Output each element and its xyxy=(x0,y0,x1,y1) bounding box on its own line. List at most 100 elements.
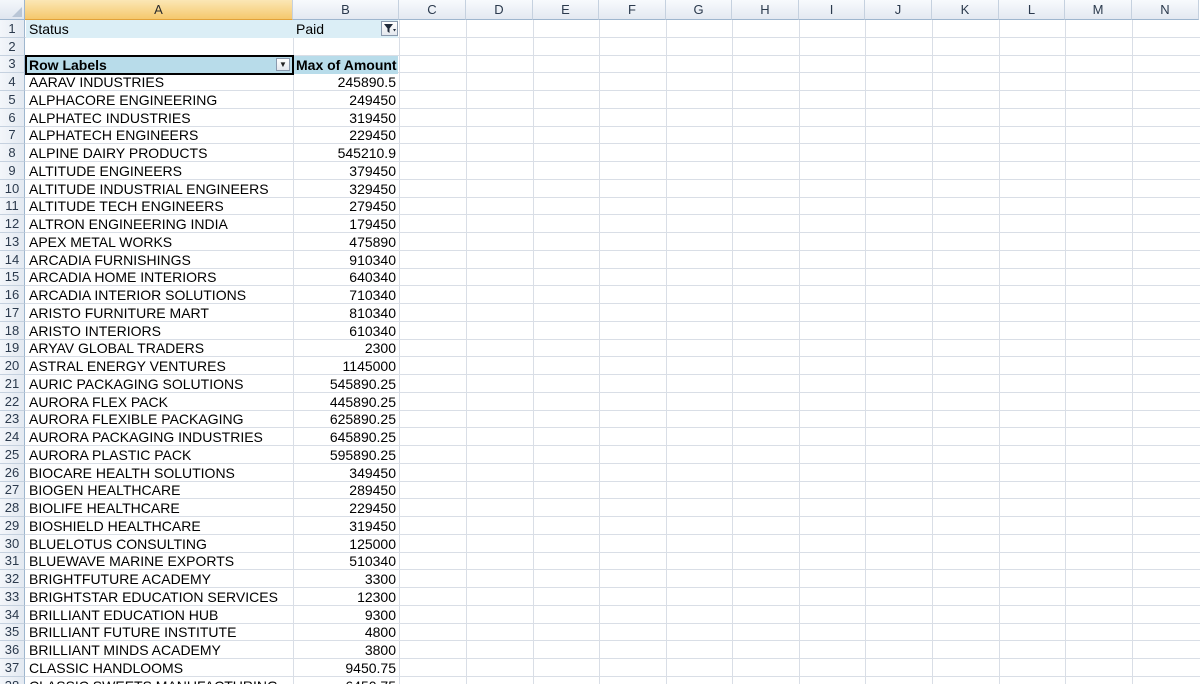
row-label-cell[interactable]: ALTITUDE INDUSTRIAL ENGINEERS xyxy=(26,180,293,198)
row-labels-header[interactable]: Row Labels xyxy=(26,56,293,74)
spreadsheet-grid[interactable]: ABCDEFGHIJKLMN 1 2 3 4 5 6 7 8 9 10 11 12 13 14 15 16 17… xyxy=(0,0,1200,684)
column-header-j[interactable]: J xyxy=(865,0,932,20)
amount-cell[interactable]: 179450 xyxy=(293,215,399,233)
column-header-k[interactable]: K xyxy=(932,0,999,20)
amount-cell[interactable]: 545890.25 xyxy=(293,375,399,393)
amount-cell[interactable]: 279450 xyxy=(293,198,399,216)
row-header-31[interactable]: 31 xyxy=(0,552,25,571)
row-label-cell[interactable]: APEX METAL WORKS xyxy=(26,233,293,251)
amount-cell[interactable]: 645890.25 xyxy=(293,428,399,446)
row-label-cell[interactable]: AURORA PLASTIC PACK xyxy=(26,446,293,464)
row-header-27[interactable]: 27 xyxy=(0,481,25,500)
column-header-h[interactable]: H xyxy=(732,0,799,20)
row-header-17[interactable]: 17 xyxy=(0,304,25,322)
row-header-2[interactable]: 2 xyxy=(0,37,25,56)
row-header-22[interactable]: 22 xyxy=(0,392,25,411)
column-header-c[interactable]: C xyxy=(399,0,466,20)
amount-cell[interactable]: 125000 xyxy=(293,535,399,553)
row-header-35[interactable]: 35 xyxy=(0,623,25,642)
amount-cell[interactable]: 4800 xyxy=(293,624,399,642)
amount-cell[interactable]: 319450 xyxy=(293,517,399,535)
amount-cell[interactable]: 910340 xyxy=(293,251,399,269)
row-header-14[interactable]: 14 xyxy=(0,250,25,269)
amount-cell[interactable]: 545210.9 xyxy=(293,144,399,162)
row-label-cell[interactable]: ARISTO FURNITURE MART xyxy=(26,304,293,322)
row-label-cell[interactable]: BRILLIANT EDUCATION HUB xyxy=(26,606,293,624)
amount-cell[interactable]: 319450 xyxy=(293,109,399,127)
amount-cell[interactable]: 289450 xyxy=(293,482,399,500)
row-labels-dropdown-button[interactable]: ▼ xyxy=(276,58,290,71)
amount-cell[interactable]: 249450 xyxy=(293,91,399,109)
amount-cell[interactable]: 610340 xyxy=(293,322,399,340)
amount-cell[interactable]: 9300 xyxy=(293,606,399,624)
row-label-cell[interactable]: ARYAV GLOBAL TRADERS xyxy=(26,340,293,358)
amount-cell[interactable]: 3800 xyxy=(293,641,399,659)
amount-cell[interactable]: 12300 xyxy=(293,588,399,606)
amount-cell[interactable]: 2300 xyxy=(293,340,399,358)
column-header-b[interactable]: B xyxy=(293,0,399,20)
column-header-m[interactable]: M xyxy=(1065,0,1132,20)
row-label-cell[interactable]: AURORA FLEX PACK xyxy=(26,393,293,411)
row-header-24[interactable]: 24 xyxy=(0,428,25,446)
column-header-i[interactable]: I xyxy=(799,0,865,20)
column-header-g[interactable]: G xyxy=(666,0,732,20)
row-label-cell[interactable]: BIOCARE HEALTH SOLUTIONS xyxy=(26,464,293,482)
row-header-30[interactable]: 30 xyxy=(0,534,25,553)
row-label-cell[interactable]: ALTITUDE TECH ENGINEERS xyxy=(26,198,293,216)
amount-cell[interactable]: 349450 xyxy=(293,464,399,482)
row-header-19[interactable]: 19 xyxy=(0,339,25,358)
row-label-cell[interactable]: BIOLIFE HEALTHCARE xyxy=(26,499,293,517)
value-field-header[interactable]: Max of Amount xyxy=(293,56,398,74)
amount-cell[interactable]: 229450 xyxy=(293,499,399,517)
row-label-cell[interactable]: ARCADIA INTERIOR SOLUTIONS xyxy=(26,286,293,304)
row-header-34[interactable]: 34 xyxy=(0,605,25,624)
row-header-7[interactable]: 7 xyxy=(0,126,25,145)
row-label-cell[interactable]: ALTRON ENGINEERING INDIA xyxy=(26,215,293,233)
amount-cell[interactable]: 595890.25 xyxy=(293,446,399,464)
row-header-20[interactable]: 20 xyxy=(0,357,25,375)
row-header-23[interactable]: 23 xyxy=(0,410,25,429)
column-header-n[interactable]: N xyxy=(1132,0,1199,20)
row-label-cell[interactable]: ALPINE DAIRY PRODUCTS xyxy=(26,144,293,162)
row-label-cell[interactable]: ASTRAL ENERGY VENTURES xyxy=(26,357,293,375)
select-all-corner[interactable] xyxy=(0,0,25,20)
row-label-cell[interactable]: BIOGEN HEALTHCARE xyxy=(26,482,293,500)
row-label-cell[interactable]: BRIGHTFUTURE ACADEMY xyxy=(26,570,293,588)
row-header-15[interactable]: 15 xyxy=(0,268,25,287)
row-label-cell[interactable]: AURORA PACKAGING INDUSTRIES xyxy=(26,428,293,446)
amount-cell[interactable]: 3300 xyxy=(293,570,399,588)
row-label-cell[interactable]: BRIGHTSTAR EDUCATION SERVICES xyxy=(26,588,293,606)
row-header-18[interactable]: 18 xyxy=(0,321,25,340)
amount-cell[interactable]: 1145000 xyxy=(293,357,399,375)
row-header-12[interactable]: 12 xyxy=(0,215,25,233)
column-header-f[interactable]: F xyxy=(599,0,666,20)
row-label-cell[interactable]: CLASSIC HANDLOOMS xyxy=(26,659,293,677)
row-label-cell[interactable]: AURIC PACKAGING SOLUTIONS xyxy=(26,375,293,393)
row-header-26[interactable]: 26 xyxy=(0,463,25,482)
row-header-29[interactable]: 29 xyxy=(0,517,25,535)
amount-cell[interactable]: 379450 xyxy=(293,162,399,180)
row-label-cell[interactable]: ARCADIA FURNISHINGS xyxy=(26,251,293,269)
row-header-8[interactable]: 8 xyxy=(0,144,25,162)
row-label-cell[interactable]: BLUELOTUS CONSULTING xyxy=(26,535,293,553)
row-label-cell[interactable]: ALTITUDE ENGINEERS xyxy=(26,162,293,180)
row-header-1[interactable]: 1 xyxy=(0,20,25,38)
row-header-32[interactable]: 32 xyxy=(0,570,25,588)
row-label-cell[interactable]: CLASSIC SWEETS MANUFACTURING xyxy=(26,677,293,684)
row-label-cell[interactable]: BRILLIANT FUTURE INSTITUTE xyxy=(26,624,293,642)
amount-cell[interactable]: 625890.25 xyxy=(293,411,399,429)
row-label-cell[interactable]: BLUEWAVE MARINE EXPORTS xyxy=(26,553,293,571)
row-header-33[interactable]: 33 xyxy=(0,588,25,606)
row-header-38[interactable]: 38 xyxy=(0,676,25,684)
row-label-cell[interactable]: ALPHACORE ENGINEERING xyxy=(26,91,293,109)
row-label-cell[interactable]: ARCADIA HOME INTERIORS xyxy=(26,269,293,287)
row-header-10[interactable]: 10 xyxy=(0,179,25,198)
row-header-9[interactable]: 9 xyxy=(0,162,25,180)
row-header-16[interactable]: 16 xyxy=(0,286,25,304)
column-header-a[interactable]: A xyxy=(25,0,293,20)
row-header-21[interactable]: 21 xyxy=(0,375,25,393)
row-header-28[interactable]: 28 xyxy=(0,499,25,517)
column-header-d[interactable]: D xyxy=(466,0,533,20)
amount-cell[interactable]: 9450.75 xyxy=(293,659,399,677)
row-header-11[interactable]: 11 xyxy=(0,197,25,216)
